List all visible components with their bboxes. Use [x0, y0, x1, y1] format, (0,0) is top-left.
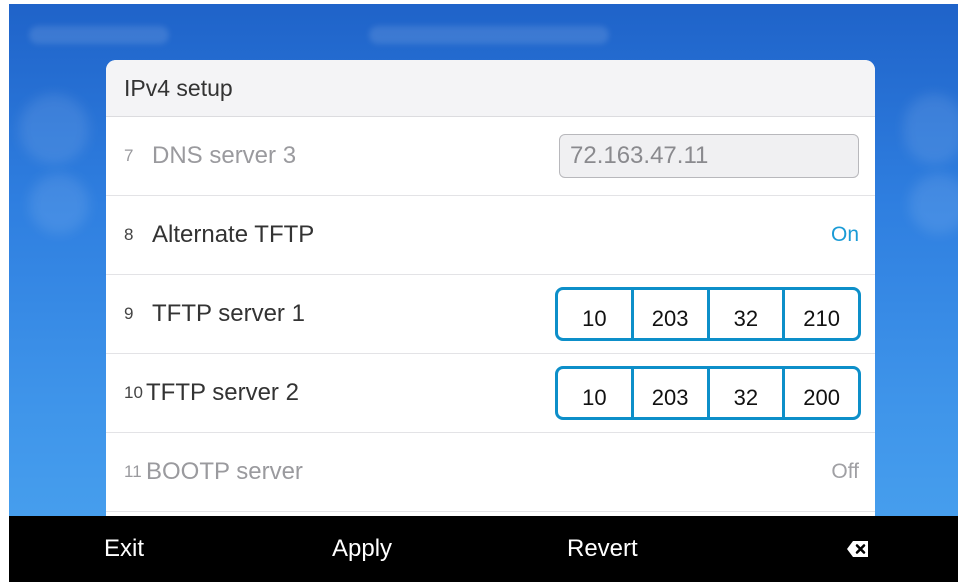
alternate-tftp-value[interactable]: On — [831, 223, 859, 247]
row-tftp-server-2[interactable]: 10 TFTP server 2 10 203 32 200 — [106, 354, 875, 433]
row-number: 10 — [124, 383, 143, 402]
background-blurred-shape — [909, 174, 958, 234]
ip-octet-4[interactable]: 200 — [785, 369, 858, 417]
ip-octet-1[interactable]: 10 — [558, 290, 634, 338]
ip-octet-1[interactable]: 10 — [558, 369, 634, 417]
row-dns-server-3: 7 DNS server 3 72.163.47.11 — [106, 117, 875, 196]
bootp-server-value: Off — [831, 460, 859, 483]
row-label: DNS server 3 — [152, 142, 297, 169]
row-number: 7 — [124, 146, 134, 165]
row-label: Alternate TFTP — [152, 221, 315, 248]
row-bootp-server: 11 BOOTP server Off — [106, 433, 875, 512]
background-blurred-shape — [19, 94, 89, 164]
tftp-server-1-ip-editor[interactable]: 10 203 32 210 — [555, 287, 861, 341]
row-number: 11 — [124, 462, 142, 481]
background-blurred-shape — [904, 94, 958, 164]
background-blurred-text — [369, 26, 609, 44]
row-number: 8 — [124, 225, 134, 244]
ip-octet-2[interactable]: 203 — [634, 290, 710, 338]
row-label: TFTP server 1 — [152, 300, 305, 327]
tftp-server-2-ip-editor[interactable]: 10 203 32 200 — [555, 366, 861, 420]
row-alternate-tftp[interactable]: 8 Alternate TFTP On — [106, 196, 875, 275]
softkey-bar: Exit Apply Revert — [9, 516, 958, 582]
ip-octet-3[interactable]: 32 — [710, 290, 786, 338]
ip-octet-4[interactable]: 210 — [785, 290, 858, 338]
background-blurred-text — [29, 26, 169, 44]
row-label: BOOTP server — [146, 458, 303, 485]
ipv4-setup-dialog: IPv4 setup 7 DNS server 3 72.163.47.11 8… — [106, 60, 875, 516]
apply-softkey[interactable]: Apply — [332, 516, 392, 582]
exit-softkey[interactable]: Exit — [104, 516, 144, 582]
row-number: 9 — [124, 304, 134, 323]
row-label: TFTP server 2 — [146, 379, 299, 406]
ip-octet-3[interactable]: 32 — [710, 369, 786, 417]
dns-server-3-field: 72.163.47.11 — [559, 134, 859, 178]
revert-softkey[interactable]: Revert — [567, 516, 638, 582]
dialog-title: IPv4 setup — [106, 60, 875, 117]
backspace-icon[interactable] — [846, 537, 870, 561]
background-blurred-shape — [29, 174, 89, 234]
row-tftp-server-1[interactable]: 9 TFTP server 1 10 203 32 210 — [106, 275, 875, 354]
ip-octet-2[interactable]: 203 — [634, 369, 710, 417]
